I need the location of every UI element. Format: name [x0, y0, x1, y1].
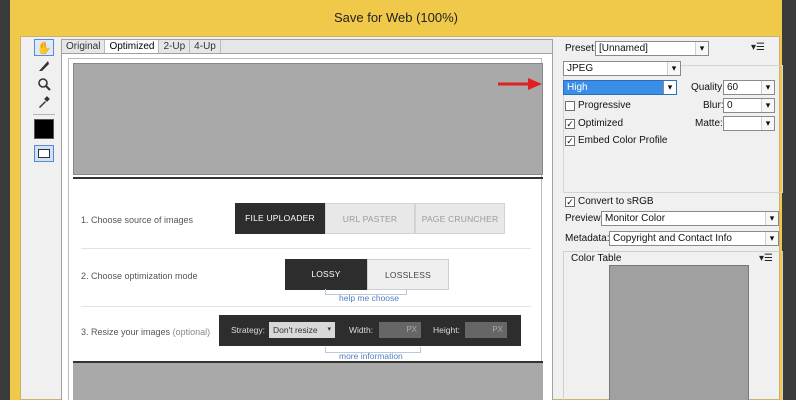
height-input[interactable]: PX — [465, 322, 507, 338]
red-arrow-icon — [498, 78, 542, 90]
color-table-label: Color Table — [571, 253, 622, 264]
row-divider — [81, 306, 531, 307]
preview-footer-placeholder — [73, 361, 543, 400]
save-for-web-window: Save for Web (100%) ✋ Original Optimized… — [10, 0, 783, 400]
lossless-button[interactable]: LOSSLESS — [367, 259, 449, 290]
chevron-down-icon: ▾ — [761, 117, 774, 130]
checkmark-icon: ✓ — [565, 118, 575, 129]
optimized-checkbox[interactable]: ✓ Optimized — [565, 118, 623, 129]
chevron-down-icon: ▾ — [761, 99, 774, 112]
convert-srgb-checkbox[interactable]: ✓ Convert to sRGB — [565, 196, 654, 207]
chevron-down-icon: ▾ — [667, 62, 680, 75]
preview-header-placeholder — [73, 63, 543, 175]
chevron-down-icon: ▾ — [761, 81, 774, 94]
toolbox-divider — [33, 114, 55, 115]
quality-preset-dropdown[interactable]: High ▾ — [563, 80, 677, 95]
checkmark-icon: ✓ — [565, 135, 575, 146]
more-information-link[interactable]: more information — [339, 351, 403, 361]
lossy-button[interactable]: LOSSY — [285, 259, 367, 290]
page-cruncher-button[interactable]: PAGE CRUNCHER — [415, 203, 505, 234]
source-selector: FILE UPLOADER URL PASTER PAGE CRUNCHER — [235, 203, 505, 234]
color-table-swatches — [609, 265, 749, 400]
tab-optimized[interactable]: Optimized — [105, 40, 160, 53]
chevron-down-icon: ▾ — [695, 42, 708, 55]
preview-divider — [73, 177, 543, 179]
metadata-dropdown[interactable]: Copyright and Contact Info ▾ — [609, 231, 779, 246]
strategy-label: Strategy: — [231, 325, 266, 335]
help-me-choose-link[interactable]: help me choose — [339, 293, 399, 303]
blur-label: Blur: — [703, 100, 724, 111]
slice-select-icon[interactable] — [34, 57, 54, 74]
eyedropper-icon[interactable] — [34, 93, 54, 110]
url-paster-button[interactable]: URL PASTER — [325, 203, 415, 234]
resize-options-bar: Strategy: Don't resize ▾ Width: PX Height… — [219, 315, 521, 346]
slice-visibility-icon[interactable] — [34, 145, 54, 162]
preset-label: Preset: — [565, 43, 597, 54]
checkmark-icon: ✓ — [565, 196, 575, 207]
preview-canvas[interactable]: 1. Choose source of images FILE UPLOADER… — [68, 58, 543, 400]
step1-label: 1. Choose source of images — [81, 215, 194, 225]
color-table-menu-icon[interactable]: ▾☰ — [759, 253, 773, 264]
metadata-label: Metadata: — [565, 233, 610, 244]
optimization-settings-panel: Preset: [Unnamed] ▾ ▾☰ JPEG ▾ High ▾ Qualit… — [555, 37, 783, 400]
chevron-down-icon: ▾ — [663, 81, 676, 94]
height-label: Height: — [433, 325, 460, 335]
preview-label: Preview: — [565, 213, 604, 224]
strategy-dropdown[interactable]: Don't resize ▾ — [269, 322, 335, 338]
file-uploader-button[interactable]: FILE UPLOADER — [235, 203, 325, 234]
mode-selector: LOSSY LOSSLESS — [285, 259, 449, 290]
preview-dropdown[interactable]: Monitor Color ▾ — [601, 211, 779, 226]
quality-input[interactable]: 60 ▾ — [723, 80, 775, 95]
step3-label: 3. Resize your images (optional) — [81, 327, 211, 337]
preset-dropdown[interactable]: [Unnamed] ▾ — [595, 41, 709, 56]
file-format-dropdown[interactable]: JPEG ▾ — [563, 61, 681, 76]
view-tabs: Original Optimized 2-Up 4-Up — [62, 40, 552, 54]
chevron-down-icon: ▾ — [765, 232, 778, 245]
dialog-client: ✋ Original Optimized 2-Up 4-Up 1. Choose… — [20, 36, 783, 400]
panel-menu-icon[interactable]: ▾☰ — [751, 42, 765, 53]
width-label: Width: — [349, 325, 374, 335]
progressive-checkbox[interactable]: Progressive — [565, 100, 631, 111]
embed-color-profile-checkbox[interactable]: ✓ Embed Color Profile — [565, 135, 667, 146]
row-divider — [81, 248, 531, 249]
matte-dropdown[interactable]: ▾ — [723, 116, 775, 131]
zoom-icon[interactable] — [34, 75, 54, 92]
tab-2-up[interactable]: 2-Up — [159, 40, 191, 53]
tab-original[interactable]: Original — [62, 40, 106, 53]
matte-label: Matte: — [695, 118, 723, 129]
checkbox-unchecked-icon — [565, 100, 575, 111]
width-input[interactable]: PX — [379, 322, 421, 338]
toolbox: ✋ — [31, 39, 57, 162]
window-title: Save for Web (100%) — [10, 0, 782, 36]
chevron-down-icon: ▾ — [327, 326, 331, 333]
hand-icon[interactable]: ✋ — [34, 39, 54, 56]
preview-pane: Original Optimized 2-Up 4-Up 1. Choose s… — [61, 39, 553, 400]
chevron-down-icon: ▾ — [765, 212, 778, 225]
blur-input[interactable]: 0 ▾ — [723, 98, 775, 113]
step2-label: 2. Choose optimization mode — [81, 271, 198, 281]
eyedropper-color-swatch[interactable] — [34, 119, 54, 139]
quality-label: Quality: — [691, 82, 725, 93]
tab-4-up[interactable]: 4-Up — [190, 40, 221, 53]
